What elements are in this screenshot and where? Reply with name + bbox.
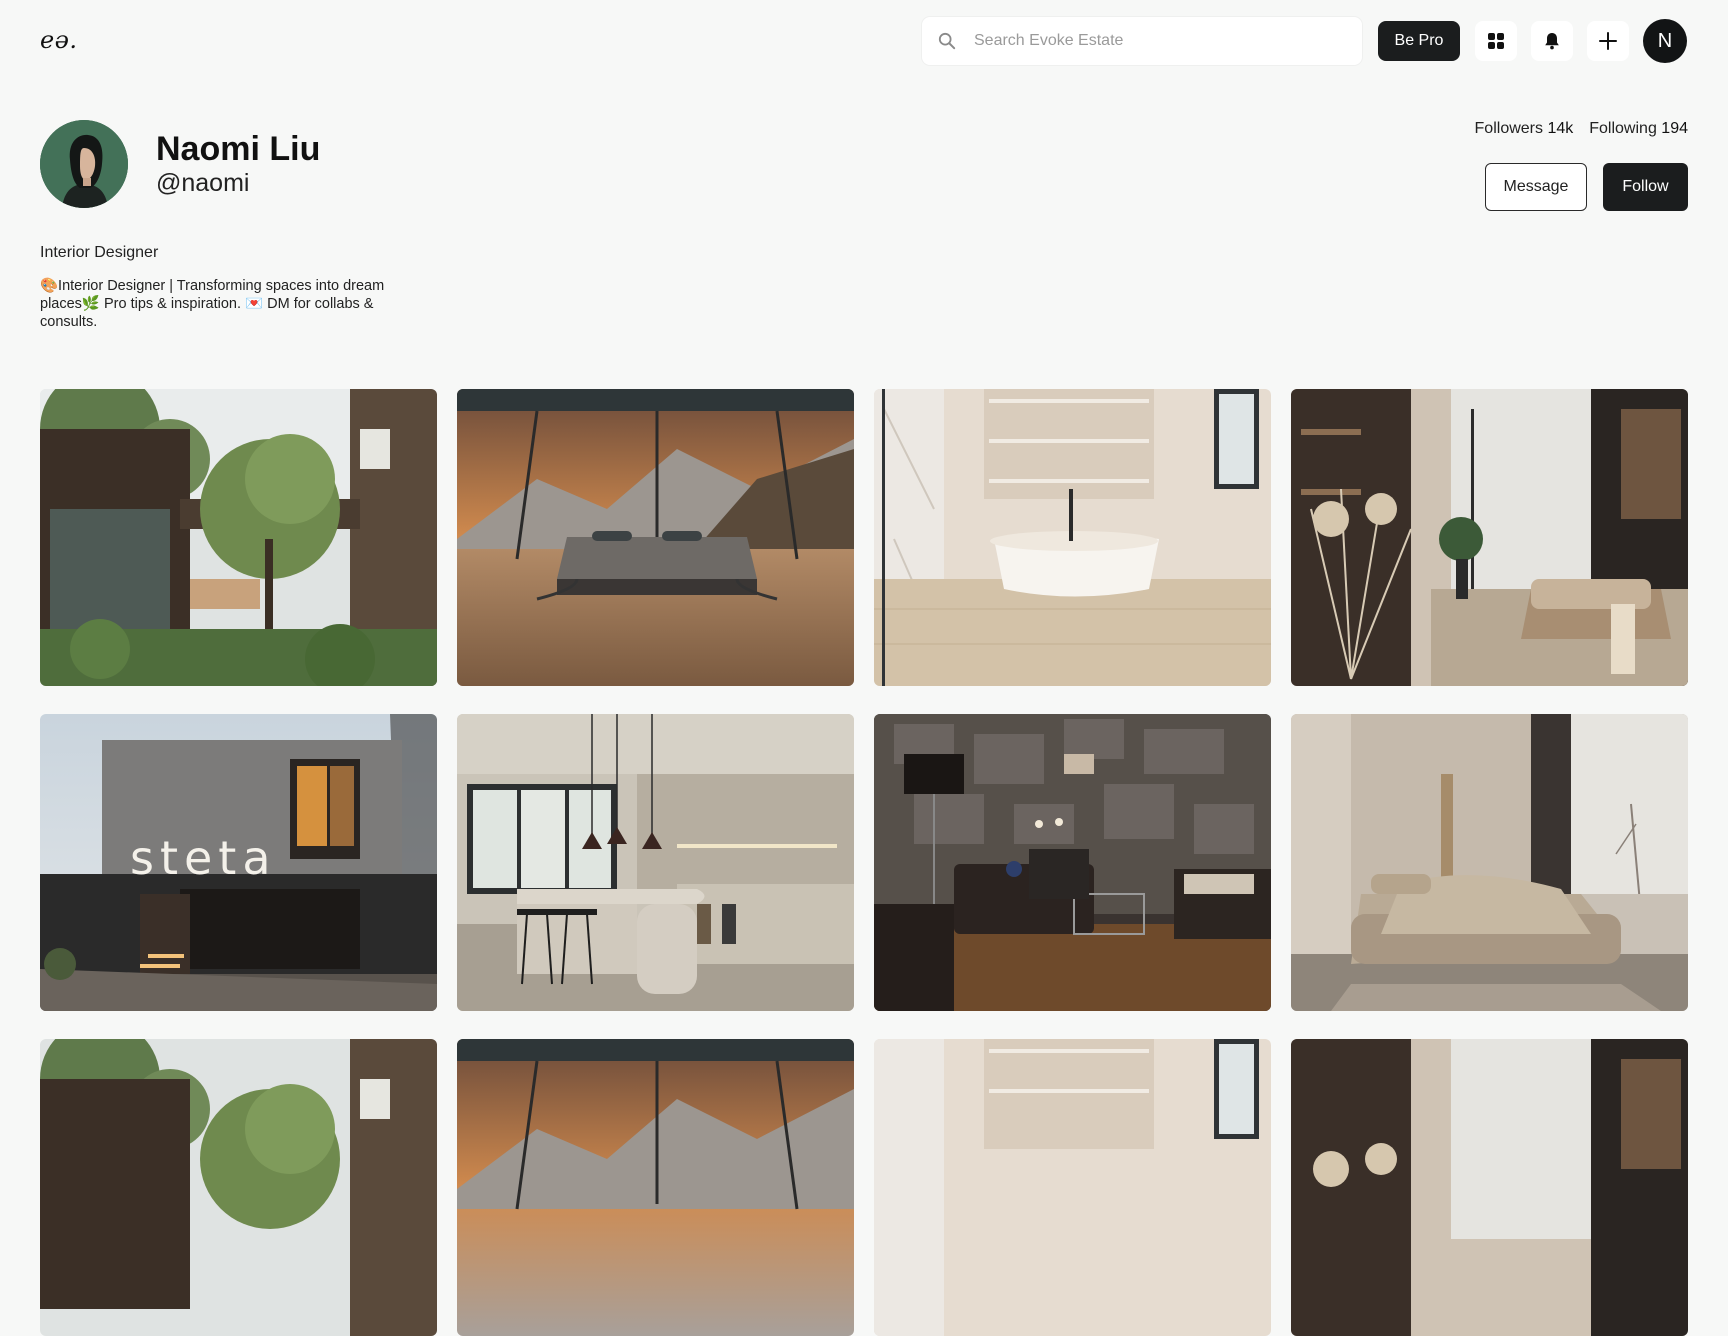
gallery-item[interactable] (1291, 714, 1688, 1011)
search-icon (938, 32, 956, 50)
gallery-item[interactable] (874, 714, 1271, 1011)
stone-lounge-image (874, 714, 1271, 1011)
be-pro-button[interactable]: Be Pro (1378, 21, 1460, 61)
steta-sign-text: steta (130, 831, 277, 885)
profile-portrait-image (40, 120, 128, 208)
mountain-bedroom-image (457, 389, 854, 686)
courtyard-house-image (40, 389, 437, 686)
gallery-item[interactable] (457, 389, 854, 686)
gallery-item[interactable] (1291, 1039, 1688, 1336)
bathtub-image (874, 1039, 1271, 1336)
courtyard-house-image (40, 1039, 437, 1336)
steta-facade-image: steta (40, 714, 437, 1011)
notifications-button[interactable] (1531, 21, 1573, 61)
beige-bedroom-image (1291, 714, 1688, 1011)
following-count: 194 (1661, 120, 1688, 137)
gallery-item[interactable] (1291, 389, 1688, 686)
followers-count: 14k (1547, 120, 1574, 137)
search-input[interactable] (974, 32, 1334, 50)
gallery-item[interactable]: steta (40, 714, 437, 1011)
grid-icon (1488, 33, 1504, 49)
living-room-image (1291, 1039, 1688, 1336)
profile-bio: 🎨Interior Designer | Transforming spaces… (40, 278, 385, 330)
gallery-item[interactable] (457, 714, 854, 1011)
logo[interactable]: eə. (40, 26, 78, 54)
gallery-item[interactable] (874, 1039, 1271, 1336)
plus-icon (1599, 32, 1617, 50)
profile-role: Interior Designer (40, 244, 159, 261)
living-room-image (1291, 389, 1688, 686)
bathtub-image (874, 389, 1271, 686)
gallery-item[interactable] (457, 1039, 854, 1336)
followers-label: Followers (1474, 120, 1543, 137)
user-avatar-button[interactable]: N (1643, 19, 1687, 63)
bell-icon (1545, 33, 1559, 50)
apps-button[interactable] (1475, 21, 1517, 61)
gallery-item[interactable] (874, 389, 1271, 686)
following-label: Following (1589, 120, 1657, 137)
gallery-item[interactable] (40, 1039, 437, 1336)
top-bar: eə. Be Pro N (0, 0, 1728, 82)
create-button[interactable] (1587, 21, 1629, 61)
following-stat[interactable]: Following 194 (1589, 120, 1688, 138)
mountain-bedroom-image (457, 1039, 854, 1336)
message-button[interactable]: Message (1485, 163, 1587, 211)
followers-stat[interactable]: Followers 14k (1475, 120, 1574, 138)
profile-handle: @naomi (156, 169, 250, 197)
follow-button[interactable]: Follow (1603, 163, 1688, 211)
gallery-grid: steta (40, 389, 1688, 1336)
gallery-item[interactable] (40, 389, 437, 686)
kitchen-image (457, 714, 854, 1011)
search-bar[interactable] (922, 17, 1362, 65)
profile-stats: Followers 14k Following 194 (1475, 120, 1688, 138)
profile-name: Naomi Liu (156, 130, 321, 168)
profile-avatar (40, 120, 128, 208)
